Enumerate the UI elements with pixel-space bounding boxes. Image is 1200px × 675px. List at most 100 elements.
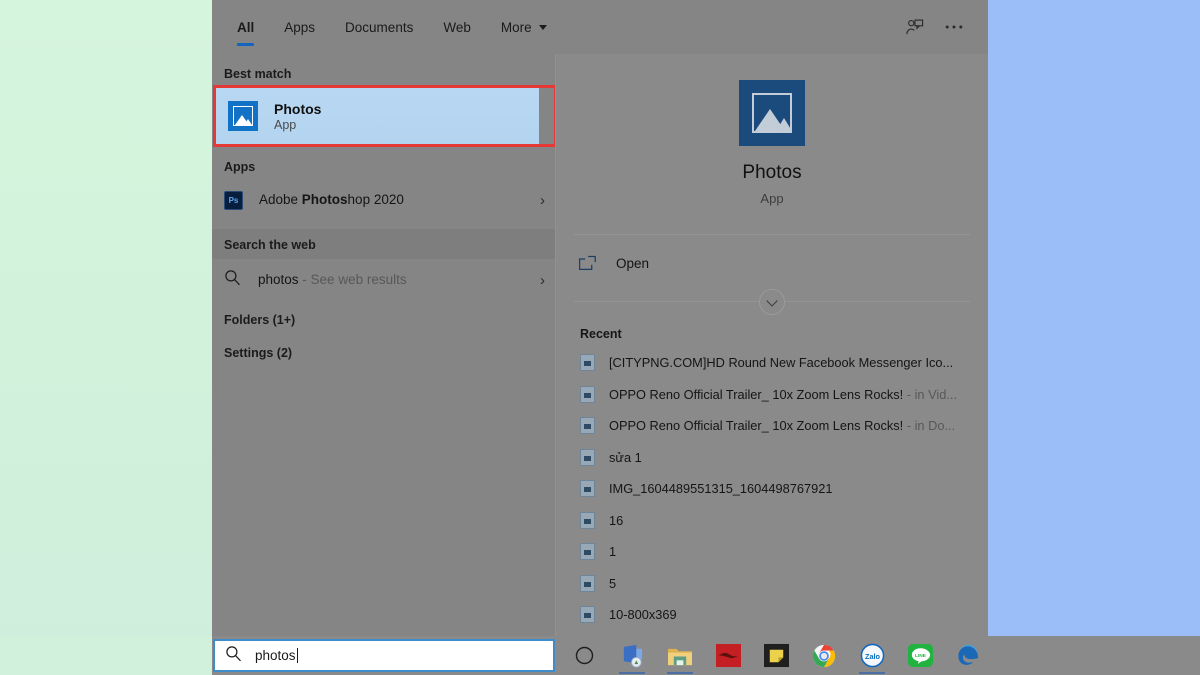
tab-apps-label: Apps [284,19,316,35]
tab-web[interactable]: Web [428,0,486,54]
windows-search-panel: All Apps Documents Web More Best match P… [212,0,988,636]
preview-app-name: Photos [742,162,802,183]
result-title: photos - See web results [258,272,532,289]
svg-text:LINE: LINE [915,653,927,659]
photoshop-icon: Ps [224,190,243,210]
app-preview-column: Photos App Open Recent [CITYPNG.COM]HD R… [555,54,988,636]
list-item-label: OPPO Reno Official Trailer_ 10x Zoom Len… [609,418,956,434]
list-item[interactable]: 16 [556,505,988,537]
list-item-label: 1 [609,544,617,560]
chrome-icon[interactable] [800,636,848,675]
zalo-icon[interactable]: Zalo [848,636,896,675]
text-caret [296,648,298,663]
image-file-icon [580,574,595,592]
taskbar-left-filler [0,636,212,675]
best-match-group: Photos App [213,85,555,147]
cortana-icon[interactable] [560,636,608,675]
list-item-label: sửa 1 [609,449,642,465]
tab-web-label: Web [443,19,471,35]
search-input[interactable]: photos [213,639,555,672]
list-item[interactable]: 1 [556,536,988,568]
web-query-text: photos [258,271,299,287]
list-item[interactable]: sửa 1 [556,442,988,474]
desktop-background-left [0,0,212,675]
tab-more-label: More [500,19,532,35]
result-web-search[interactable]: photos - See web results › [212,261,555,299]
recent-files-list: [CITYPNG.COM]HD Round New Facebook Messe… [556,347,988,636]
image-file-icon [580,543,595,561]
tab-all[interactable]: All [222,0,269,54]
chevron-down-icon [538,24,547,30]
photos-app-icon-large [739,80,805,146]
image-file-icon [580,354,595,372]
image-file-icon [580,511,595,529]
preview-expander-area [556,285,988,319]
list-item[interactable]: 10-800x369 [556,599,988,631]
red-app-icon[interactable] [704,636,752,675]
file-explorer-icon[interactable] [656,636,704,675]
search-filter-tabs: All Apps Documents Web More [212,0,988,54]
search-icon [225,645,247,667]
tab-more[interactable]: More [486,0,562,54]
search-icon [224,269,246,291]
image-file-icon [580,417,595,435]
preview-divider [574,234,970,235]
result-subtitle: App [274,117,297,132]
image-file-icon [580,480,595,498]
more-options-icon[interactable] [934,0,974,54]
search-input-value: photos [255,648,298,663]
image-file-icon [580,385,595,403]
result-title: Adobe Photoshop 2020 [259,192,532,209]
tabbar-spacer [562,0,894,54]
list-item-label: [CITYPNG.COM]HD Round New Facebook Messe… [609,355,954,371]
open-app-action[interactable]: Open [556,241,988,285]
line-icon[interactable]: LINE [896,636,944,675]
list-item-label: 16 [609,512,624,528]
feedback-icon[interactable] [894,0,934,54]
result-title: Photos [274,100,322,117]
result-title-prefix: Adobe [259,191,302,207]
list-item[interactable]: IMG_1604489551315_1604498767921 [556,473,988,505]
list-item[interactable]: [CITYPNG.COM]HD Round New Facebook Messe… [556,347,988,379]
open-label: Open [616,255,650,271]
result-title-suffix: hop 2020 [347,191,404,207]
list-item-label: OPPO Reno Official Trailer_ 10x Zoom Len… [609,386,958,402]
best-match-header: Best match [224,67,292,81]
preview-app-type: App [760,191,784,206]
chevron-right-icon[interactable]: › [532,192,545,209]
list-item-label: 10-800x369 [609,607,677,623]
list-item-label: IMG_1604489551315_1604498767921 [609,481,833,497]
result-title-match: Photos [301,191,348,207]
svg-text:Zalo: Zalo [865,652,881,661]
dark-note-app-icon[interactable] [752,636,800,675]
desktop-background-right [988,0,1200,675]
list-item-label: 5 [609,575,617,591]
result-photos-app[interactable]: Photos App [216,88,539,144]
list-item[interactable]: 5 [556,568,988,600]
result-adobe-photoshop[interactable]: Ps Adobe Photoshop 2020 › [212,181,555,219]
list-item[interactable]: OPPO Reno Official Trailer_ 10x Zoom Len… [556,410,988,442]
chevron-down-icon[interactable] [759,289,785,315]
tab-documents[interactable]: Documents [330,0,428,54]
open-external-icon [578,255,598,272]
recent-header: Recent [580,327,622,341]
search-panel-body: Best match Photos App Apps Ps Adobe Phot… [212,54,988,636]
photos-app-icon [228,101,258,131]
web-result-suffix: - See web results [298,271,407,287]
chevron-right-icon[interactable]: › [532,272,545,289]
tab-documents-label: Documents [345,19,414,35]
search-results-column: Best match Photos App Apps Ps Adobe Phot… [212,54,555,636]
image-file-icon [580,606,595,624]
preview-header: Photos App [556,54,988,206]
search-the-web-header: Search the web [212,229,555,259]
settings-header[interactable]: Settings (2) [212,334,555,367]
blue-app-icon[interactable] [608,636,656,675]
folders-header[interactable]: Folders (1+) [212,299,555,334]
taskbar-app-buttons: Zalo LINE [560,636,992,675]
tab-apps[interactable]: Apps [269,0,330,54]
list-item[interactable]: OPPO Reno Official Trailer_ 10x Zoom Len… [556,379,988,411]
apps-header: Apps [224,160,256,174]
edge-icon[interactable] [944,636,992,675]
tab-all-label: All [237,19,255,35]
image-file-icon [580,448,595,466]
